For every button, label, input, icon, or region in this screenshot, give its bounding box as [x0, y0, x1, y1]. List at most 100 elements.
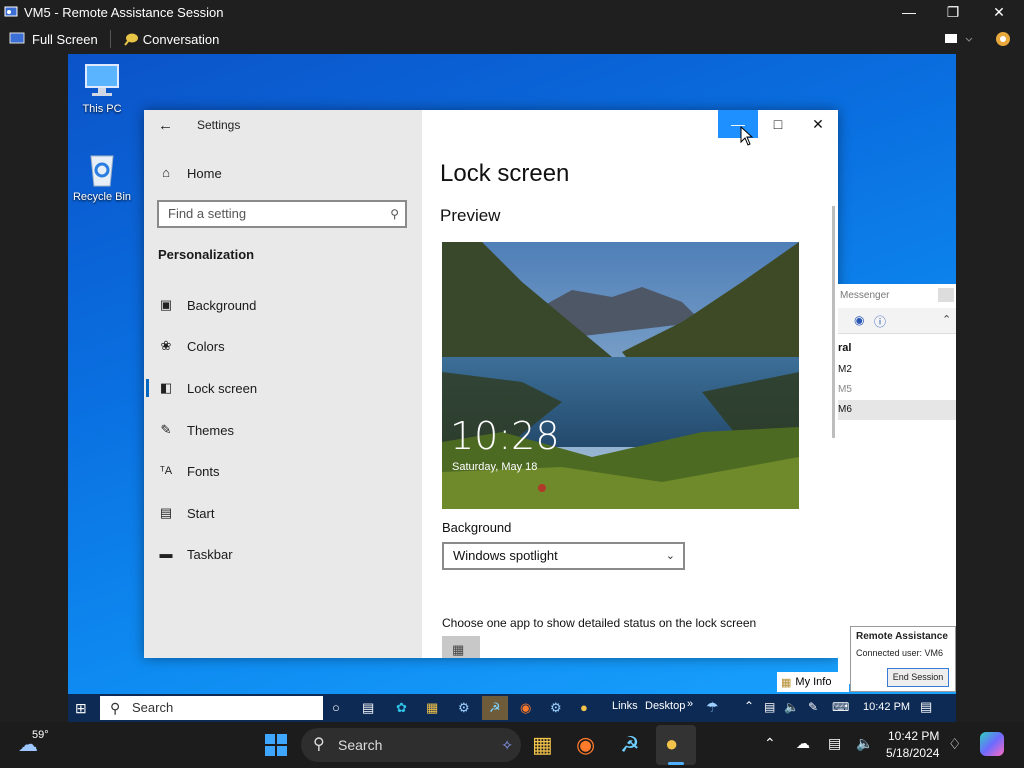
taskbar-search-label: Search: [132, 700, 174, 715]
background-dropdown[interactable]: Windows spotlight ⌄: [442, 542, 685, 570]
gear-icon[interactable]: ⚙: [550, 700, 562, 716]
sidebar-item-themes[interactable]: ✎ Themes: [144, 410, 422, 450]
settings-icon[interactable]: ⚙: [458, 700, 470, 716]
font-icon: ᵀA: [159, 465, 173, 477]
remote-assistance-icon[interactable]: ☭: [620, 732, 640, 758]
lock-screen-icon: ◧: [159, 380, 173, 395]
onedrive-icon[interactable]: ☁: [796, 735, 810, 752]
contact-item[interactable]: M2: [838, 364, 852, 375]
search-icon: ⚲: [110, 700, 121, 716]
contact-item[interactable]: M5: [838, 384, 852, 395]
chevron-up-icon[interactable]: ⌃: [764, 735, 776, 752]
my-info-label: My Info: [795, 676, 832, 688]
active-app-button[interactable]: ●: [656, 725, 696, 765]
chevron-up-icon[interactable]: ⌃: [744, 699, 754, 713]
contact-item-selected[interactable]: M6: [838, 400, 956, 420]
desktop-icon-recycle-bin[interactable]: Recycle Bin: [70, 150, 134, 203]
settings-search-input[interactable]: Find a setting ⚲: [157, 200, 407, 228]
network-icon[interactable]: ▤: [828, 735, 841, 752]
chevron-right-icon[interactable]: »: [687, 698, 693, 710]
file-explorer-icon[interactable]: ▦: [426, 700, 438, 716]
maximize-button[interactable]: □: [758, 110, 798, 138]
close-button[interactable]: ✕: [798, 110, 838, 138]
desktop-icon-this-pc[interactable]: This PC: [70, 62, 134, 115]
ra-panel-title: Remote Assistance: [856, 631, 948, 642]
sidebar-item-home[interactable]: ⌂ Home: [144, 153, 422, 193]
messenger-icon: ●: [665, 731, 679, 756]
weather-icon[interactable]: ☂: [706, 699, 719, 716]
desktop-icon-label: Recycle Bin: [72, 191, 132, 203]
messenger-icon[interactable]: ●: [580, 700, 588, 715]
start-icon: ▤: [159, 505, 173, 520]
sidebar-item-label: Themes: [187, 422, 234, 438]
task-view-icon[interactable]: ▤: [362, 700, 374, 716]
remote-assistance-icon: [4, 6, 18, 17]
calendar-icon: ▦: [452, 642, 465, 657]
weather-temperature[interactable]: 59°: [32, 729, 49, 741]
brush-icon: ✎: [160, 422, 172, 437]
minimize-button[interactable]: —: [886, 0, 932, 24]
maximize-button[interactable]: ❐: [930, 0, 976, 24]
sidebar-item-taskbar[interactable]: ▬ Taskbar: [144, 534, 422, 574]
active-app-button[interactable]: ☭: [482, 696, 508, 720]
sidebar-item-colors[interactable]: ❀ Colors: [144, 326, 422, 366]
taskbar-icon: ▬: [159, 546, 173, 561]
windows-start-icon[interactable]: [264, 733, 288, 757]
sidebar-item-fonts[interactable]: ᵀA Fonts: [144, 451, 422, 491]
desktop-toolbar[interactable]: Desktop: [645, 700, 685, 712]
sidebar-item-background[interactable]: ▣ Background: [144, 285, 422, 325]
windows-start-icon[interactable]: ⊞: [75, 700, 87, 717]
bell-icon[interactable]: ♢: [948, 735, 961, 753]
messenger-button[interactable]: [938, 288, 954, 302]
pen-icon[interactable]: ✎: [808, 700, 818, 714]
cortana-icon[interactable]: ○: [332, 700, 340, 715]
scrollbar[interactable]: [832, 206, 835, 438]
messenger-title: Messenger: [840, 290, 890, 301]
ra-title-bar: VM5 - Remote Assistance Session — ❐ ✕: [0, 0, 1024, 24]
active-indicator: [668, 762, 684, 765]
conversation-button[interactable]: Conversation: [115, 26, 228, 52]
close-button[interactable]: ✕: [976, 0, 1022, 24]
ra-toolbar: Full Screen Conversation: [0, 24, 1024, 54]
network-icon[interactable]: ▤: [764, 700, 775, 714]
view-options-icon[interactable]: [944, 31, 974, 50]
chevron-up-icon[interactable]: ⌃: [942, 313, 951, 326]
calendar-app-button[interactable]: ▦: [442, 636, 480, 658]
taskbar-search-box[interactable]: ⚲ Search: [100, 696, 323, 720]
page-title: Lock screen: [440, 160, 570, 187]
conversation-label: Conversation: [142, 31, 220, 47]
host-clock-date[interactable]: 5/18/2024: [886, 746, 939, 760]
volume-muted-icon[interactable]: 🔈: [856, 735, 873, 752]
host-search-box[interactable]: ⚲ Search ✧: [301, 728, 521, 762]
sidebar-item-lock-screen[interactable]: ◧ Lock screen: [144, 368, 422, 408]
end-session-button[interactable]: End Session: [887, 668, 949, 687]
copilot-icon[interactable]: [980, 732, 1004, 756]
sidebar-item-label: Start: [187, 505, 215, 521]
messenger-toolbar: ◉ ⓘ ⌃: [838, 308, 956, 334]
host-taskbar: ☁ 59° ⚲ Search ✧ ▦ ◉ ☭ ● ⌃ ☁ ▤ 🔈 10:42 P…: [0, 722, 1024, 768]
info-icon[interactable]: ⓘ: [874, 313, 886, 330]
status-icon[interactable]: ◉: [854, 313, 864, 327]
background-dropdown-value: Windows spotlight: [453, 548, 558, 563]
contact-card-icon: ▦: [781, 676, 792, 689]
firefox-icon[interactable]: ◉: [576, 732, 595, 758]
section-heading: Personalization: [158, 247, 255, 262]
keyboard-icon[interactable]: ⌨: [832, 700, 849, 714]
host-clock-time[interactable]: 10:42 PM: [888, 729, 939, 743]
links-toolbar[interactable]: Links: [612, 700, 638, 712]
sidebar-item-start[interactable]: ▤ Start: [144, 493, 422, 533]
search-icon: ⚲: [313, 736, 325, 753]
full-screen-button[interactable]: Full Screen: [0, 26, 106, 52]
my-info-button[interactable]: ▦ My Info: [777, 672, 849, 692]
file-explorer-icon[interactable]: ▦: [532, 732, 553, 758]
host-search-label: Search: [338, 737, 383, 753]
firefox-icon[interactable]: ◉: [520, 700, 531, 716]
edge-icon[interactable]: ✿: [396, 700, 407, 716]
volume-muted-icon[interactable]: 🔈: [784, 700, 799, 714]
toolbar-divider: [109, 30, 111, 48]
back-arrow-icon[interactable]: ←: [158, 117, 173, 134]
notifications-icon[interactable]: ▤: [920, 699, 932, 715]
taskbar-clock[interactable]: 10:42 PM: [863, 701, 910, 713]
help-icon[interactable]: [994, 30, 1012, 51]
full-screen-label: Full Screen: [32, 31, 98, 47]
